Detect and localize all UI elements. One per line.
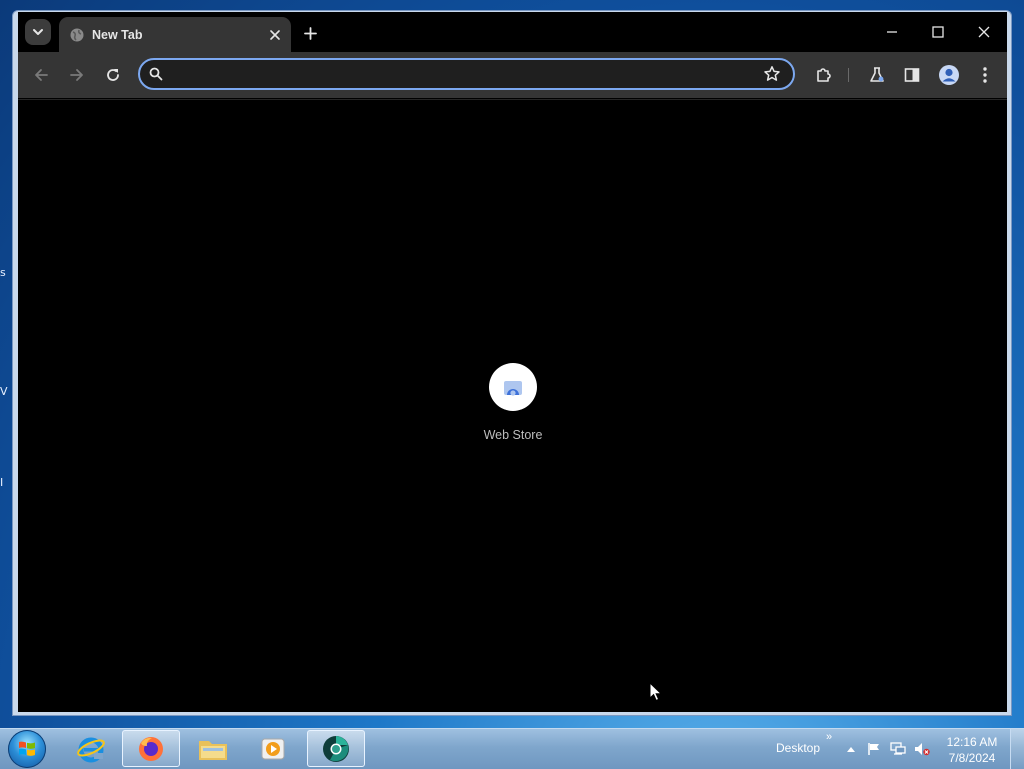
clock-date: 7/8/2024 — [948, 751, 996, 765]
start-button[interactable] — [8, 730, 46, 768]
profile-button[interactable] — [936, 63, 962, 87]
reload-icon — [107, 69, 119, 81]
labs-button[interactable] — [864, 63, 890, 87]
arrow-left-icon — [35, 69, 48, 81]
clock-time: 12:16 AM — [946, 735, 998, 749]
network-icon — [890, 742, 906, 755]
avatar-icon — [939, 65, 959, 85]
desktop-edge-glyph: V — [0, 385, 8, 398]
close-window-button[interactable] — [969, 20, 999, 44]
new-tab-page: Web Store — [18, 99, 1007, 712]
side-panel-button[interactable] — [899, 63, 925, 87]
media-player-icon — [261, 738, 285, 759]
menu-button[interactable] — [972, 63, 998, 87]
tab-close-button[interactable] — [266, 26, 284, 44]
taskbar-app-media-player[interactable] — [244, 730, 302, 767]
show-hidden-icons-button[interactable] — [843, 741, 859, 757]
three-dots-vertical-icon — [983, 67, 987, 83]
chevron-down-icon — [33, 29, 43, 35]
address-bar[interactable] — [138, 58, 795, 90]
firefox-icon — [139, 736, 163, 761]
reload-button[interactable] — [100, 63, 126, 87]
shortcut-label: Web Store — [483, 428, 543, 442]
taskbar-app-internet-explorer[interactable] — [62, 730, 120, 767]
desktop-edge-glyph: I — [0, 476, 4, 489]
show-desktop-button[interactable] — [1010, 729, 1024, 769]
desktop-edge-glyph: s — [0, 266, 6, 279]
address-input[interactable] — [172, 64, 756, 86]
minimize-button[interactable] — [877, 20, 907, 44]
browser-canary-icon — [323, 735, 349, 762]
tab-new-tab[interactable]: New Tab — [59, 17, 291, 52]
puzzle-icon — [817, 68, 831, 82]
taskbar-clock[interactable]: 12:16 AM 7/8/2024 — [940, 734, 1004, 766]
web-store-icon — [504, 381, 522, 396]
flag-icon — [868, 743, 879, 755]
flask-icon — [870, 67, 884, 82]
taskbar: Desktop » 12:16 AM 7/8/2024 — [0, 728, 1024, 769]
shortcut-icon-circle — [489, 363, 537, 411]
browser-chrome: New Tab Web Store — [18, 12, 1007, 712]
new-tab-button[interactable] — [299, 22, 321, 44]
tray-action-center[interactable] — [866, 741, 882, 757]
extensions-button[interactable] — [811, 63, 837, 87]
minimize-icon — [887, 31, 897, 33]
bookmark-star-icon[interactable] — [763, 65, 781, 83]
taskbar-app-file-explorer[interactable] — [184, 730, 242, 767]
internet-explorer-icon — [77, 737, 105, 762]
volume-muted-icon — [915, 743, 930, 756]
close-icon — [270, 30, 280, 40]
folder-icon — [199, 740, 227, 760]
tab-title: New Tab — [92, 28, 143, 42]
browser-window: New Tab Web Store — [12, 10, 1012, 716]
back-button[interactable] — [28, 63, 54, 87]
arrow-right-icon — [70, 69, 83, 81]
forward-button[interactable] — [64, 63, 90, 87]
triangle-up-icon — [847, 747, 855, 752]
taskbar-app-firefox[interactable] — [122, 730, 180, 767]
windows-logo-icon — [19, 741, 35, 756]
taskbar-app-chrome-canary[interactable] — [307, 730, 365, 767]
browser-toolbar — [18, 52, 1007, 98]
tab-strip: New Tab — [18, 12, 1007, 52]
desktop-toolbar-label[interactable]: Desktop — [776, 741, 820, 755]
desktop-toolbar-chevron[interactable]: » — [826, 731, 832, 743]
plus-icon — [303, 26, 317, 40]
shortcut-web-store[interactable]: Web Store — [469, 363, 557, 453]
close-icon — [978, 26, 990, 38]
search-icon — [149, 67, 163, 81]
maximize-icon — [932, 26, 944, 38]
tab-search-button[interactable] — [25, 19, 51, 45]
side-panel-icon — [904, 68, 920, 82]
mouse-cursor-icon — [649, 682, 663, 702]
toolbar-separator — [848, 68, 849, 82]
maximize-button[interactable] — [923, 20, 953, 44]
globe-icon — [70, 28, 84, 42]
tray-network[interactable] — [890, 741, 906, 757]
tray-volume[interactable] — [914, 741, 930, 757]
